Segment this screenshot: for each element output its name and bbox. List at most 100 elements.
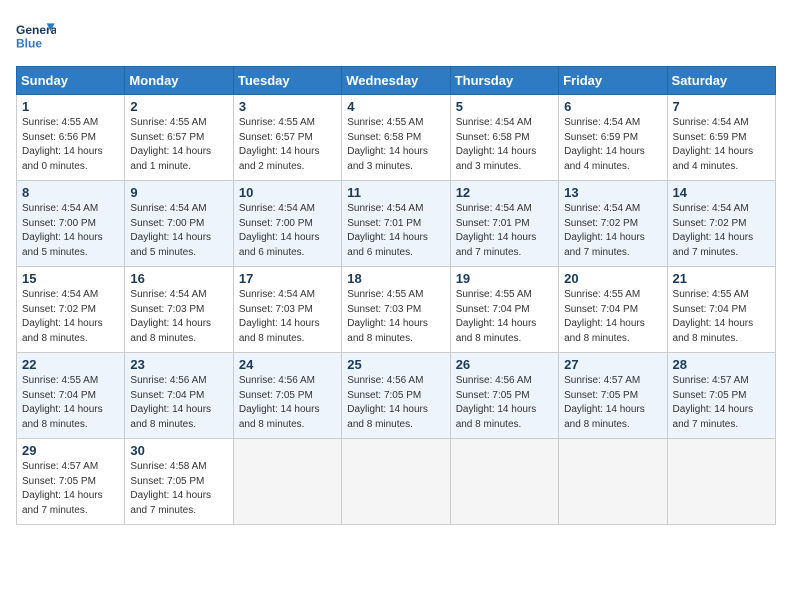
calendar-cell <box>450 439 558 525</box>
calendar-week-3: 15 Sunrise: 4:54 AM Sunset: 7:02 PM Dayli… <box>17 267 776 353</box>
day-number: 2 <box>130 99 227 114</box>
day-info: Sunrise: 4:55 AM Sunset: 6:56 PM Dayligh… <box>22 116 119 174</box>
day-number: 27 <box>564 357 661 372</box>
day-info: Sunrise: 4:56 AM Sunset: 7:04 PM Dayligh… <box>130 374 227 432</box>
calendar-cell: 4 Sunrise: 4:55 AM Sunset: 6:58 PM Daylig… <box>342 95 450 181</box>
day-number: 4 <box>347 99 444 114</box>
day-info: Sunrise: 4:55 AM Sunset: 7:04 PM Dayligh… <box>22 374 119 432</box>
day-info: Sunrise: 4:58 AM Sunset: 7:05 PM Dayligh… <box>130 460 227 518</box>
day-number: 30 <box>130 443 227 458</box>
day-number: 22 <box>22 357 119 372</box>
calendar-cell: 20 Sunrise: 4:55 AM Sunset: 7:04 PM Dayli… <box>559 267 667 353</box>
day-number: 10 <box>239 185 336 200</box>
header-row: SundayMondayTuesdayWednesdayThursdayFrid… <box>17 67 776 95</box>
calendar-cell: 26 Sunrise: 4:56 AM Sunset: 7:05 PM Dayli… <box>450 353 558 439</box>
header-wednesday: Wednesday <box>342 67 450 95</box>
calendar-cell: 11 Sunrise: 4:54 AM Sunset: 7:01 PM Dayli… <box>342 181 450 267</box>
day-number: 9 <box>130 185 227 200</box>
day-info: Sunrise: 4:54 AM Sunset: 7:01 PM Dayligh… <box>347 202 444 260</box>
day-number: 12 <box>456 185 553 200</box>
calendar-header: SundayMondayTuesdayWednesdayThursdayFrid… <box>17 67 776 95</box>
header-friday: Friday <box>559 67 667 95</box>
day-info: Sunrise: 4:56 AM Sunset: 7:05 PM Dayligh… <box>347 374 444 432</box>
calendar-week-4: 22 Sunrise: 4:55 AM Sunset: 7:04 PM Dayli… <box>17 353 776 439</box>
day-info: Sunrise: 4:54 AM Sunset: 7:01 PM Dayligh… <box>456 202 553 260</box>
day-number: 17 <box>239 271 336 286</box>
calendar-cell: 2 Sunrise: 4:55 AM Sunset: 6:57 PM Daylig… <box>125 95 233 181</box>
calendar-cell: 18 Sunrise: 4:55 AM Sunset: 7:03 PM Dayli… <box>342 267 450 353</box>
day-info: Sunrise: 4:55 AM Sunset: 7:04 PM Dayligh… <box>673 288 770 346</box>
calendar-cell: 9Sunrise: 4:54 AM Sunset: 7:00 PM Daylig… <box>125 181 233 267</box>
day-number: 5 <box>456 99 553 114</box>
day-info: Sunrise: 4:55 AM Sunset: 7:03 PM Dayligh… <box>347 288 444 346</box>
calendar-cell <box>233 439 341 525</box>
header-saturday: Saturday <box>667 67 775 95</box>
day-number: 21 <box>673 271 770 286</box>
day-number: 6 <box>564 99 661 114</box>
day-number: 28 <box>673 357 770 372</box>
calendar-week-1: 1 Sunrise: 4:55 AM Sunset: 6:56 PM Daylig… <box>17 95 776 181</box>
calendar-cell: 25Sunrise: 4:56 AM Sunset: 7:05 PM Dayli… <box>342 353 450 439</box>
calendar-cell: 12 Sunrise: 4:54 AM Sunset: 7:01 PM Dayli… <box>450 181 558 267</box>
day-info: Sunrise: 4:55 AM Sunset: 7:04 PM Dayligh… <box>564 288 661 346</box>
calendar-cell <box>342 439 450 525</box>
calendar-cell: 6 Sunrise: 4:54 AM Sunset: 6:59 PM Daylig… <box>559 95 667 181</box>
calendar-cell: 23 Sunrise: 4:56 AM Sunset: 7:04 PM Dayli… <box>125 353 233 439</box>
day-info: Sunrise: 4:54 AM Sunset: 6:59 PM Dayligh… <box>673 116 770 174</box>
calendar-week-2: 8 Sunrise: 4:54 AM Sunset: 7:00 PM Daylig… <box>17 181 776 267</box>
day-number: 20 <box>564 271 661 286</box>
day-info: Sunrise: 4:54 AM Sunset: 7:00 PM Dayligh… <box>239 202 336 260</box>
page-header: GeneralBlue <box>16 16 776 56</box>
day-number: 15 <box>22 271 119 286</box>
day-number: 8 <box>22 185 119 200</box>
day-info: Sunrise: 4:57 AM Sunset: 7:05 PM Dayligh… <box>564 374 661 432</box>
day-info: Sunrise: 4:55 AM Sunset: 6:57 PM Dayligh… <box>130 116 227 174</box>
day-info: Sunrise: 4:55 AM Sunset: 7:04 PM Dayligh… <box>456 288 553 346</box>
calendar-cell: 10 Sunrise: 4:54 AM Sunset: 7:00 PM Dayli… <box>233 181 341 267</box>
calendar-cell: 22 Sunrise: 4:55 AM Sunset: 7:04 PM Dayli… <box>17 353 125 439</box>
day-number: 11 <box>347 185 444 200</box>
day-info: Sunrise: 4:54 AM Sunset: 6:59 PM Dayligh… <box>564 116 661 174</box>
day-info: Sunrise: 4:57 AM Sunset: 7:05 PM Dayligh… <box>22 460 119 518</box>
calendar-week-5: 29Sunrise: 4:57 AM Sunset: 7:05 PM Dayli… <box>17 439 776 525</box>
day-number: 1 <box>22 99 119 114</box>
calendar-body: 1 Sunrise: 4:55 AM Sunset: 6:56 PM Daylig… <box>17 95 776 525</box>
day-info: Sunrise: 4:55 AM Sunset: 6:58 PM Dayligh… <box>347 116 444 174</box>
calendar-cell: 16 Sunrise: 4:54 AM Sunset: 7:03 PM Dayli… <box>125 267 233 353</box>
day-info: Sunrise: 4:54 AM Sunset: 7:03 PM Dayligh… <box>130 288 227 346</box>
calendar-table: SundayMondayTuesdayWednesdayThursdayFrid… <box>16 66 776 525</box>
day-number: 24 <box>239 357 336 372</box>
header-thursday: Thursday <box>450 67 558 95</box>
calendar-cell: 7 Sunrise: 4:54 AM Sunset: 6:59 PM Daylig… <box>667 95 775 181</box>
day-number: 18 <box>347 271 444 286</box>
day-number: 26 <box>456 357 553 372</box>
day-number: 3 <box>239 99 336 114</box>
day-info: Sunrise: 4:54 AM Sunset: 7:00 PM Dayligh… <box>22 202 119 260</box>
day-info: Sunrise: 4:57 AM Sunset: 7:05 PM Dayligh… <box>673 374 770 432</box>
day-info: Sunrise: 4:54 AM Sunset: 7:02 PM Dayligh… <box>22 288 119 346</box>
calendar-cell: 17Sunrise: 4:54 AM Sunset: 7:03 PM Dayli… <box>233 267 341 353</box>
day-info: Sunrise: 4:55 AM Sunset: 6:57 PM Dayligh… <box>239 116 336 174</box>
day-info: Sunrise: 4:54 AM Sunset: 7:02 PM Dayligh… <box>564 202 661 260</box>
day-info: Sunrise: 4:56 AM Sunset: 7:05 PM Dayligh… <box>456 374 553 432</box>
calendar-cell: 19Sunrise: 4:55 AM Sunset: 7:04 PM Dayli… <box>450 267 558 353</box>
day-info: Sunrise: 4:54 AM Sunset: 7:02 PM Dayligh… <box>673 202 770 260</box>
calendar-cell: 1 Sunrise: 4:55 AM Sunset: 6:56 PM Daylig… <box>17 95 125 181</box>
day-number: 13 <box>564 185 661 200</box>
calendar-cell: 5Sunrise: 4:54 AM Sunset: 6:58 PM Daylig… <box>450 95 558 181</box>
day-info: Sunrise: 4:56 AM Sunset: 7:05 PM Dayligh… <box>239 374 336 432</box>
logo: GeneralBlue <box>16 16 56 56</box>
day-number: 14 <box>673 185 770 200</box>
calendar-cell: 28 Sunrise: 4:57 AM Sunset: 7:05 PM Dayli… <box>667 353 775 439</box>
day-number: 23 <box>130 357 227 372</box>
header-sunday: Sunday <box>17 67 125 95</box>
calendar-cell: 13 Sunrise: 4:54 AM Sunset: 7:02 PM Dayli… <box>559 181 667 267</box>
day-number: 16 <box>130 271 227 286</box>
calendar-cell: 15 Sunrise: 4:54 AM Sunset: 7:02 PM Dayli… <box>17 267 125 353</box>
svg-text:Blue: Blue <box>16 36 42 50</box>
calendar-cell <box>667 439 775 525</box>
calendar-cell: 29Sunrise: 4:57 AM Sunset: 7:05 PM Dayli… <box>17 439 125 525</box>
calendar-cell <box>559 439 667 525</box>
day-number: 7 <box>673 99 770 114</box>
calendar-cell: 30 Sunrise: 4:58 AM Sunset: 7:05 PM Dayli… <box>125 439 233 525</box>
